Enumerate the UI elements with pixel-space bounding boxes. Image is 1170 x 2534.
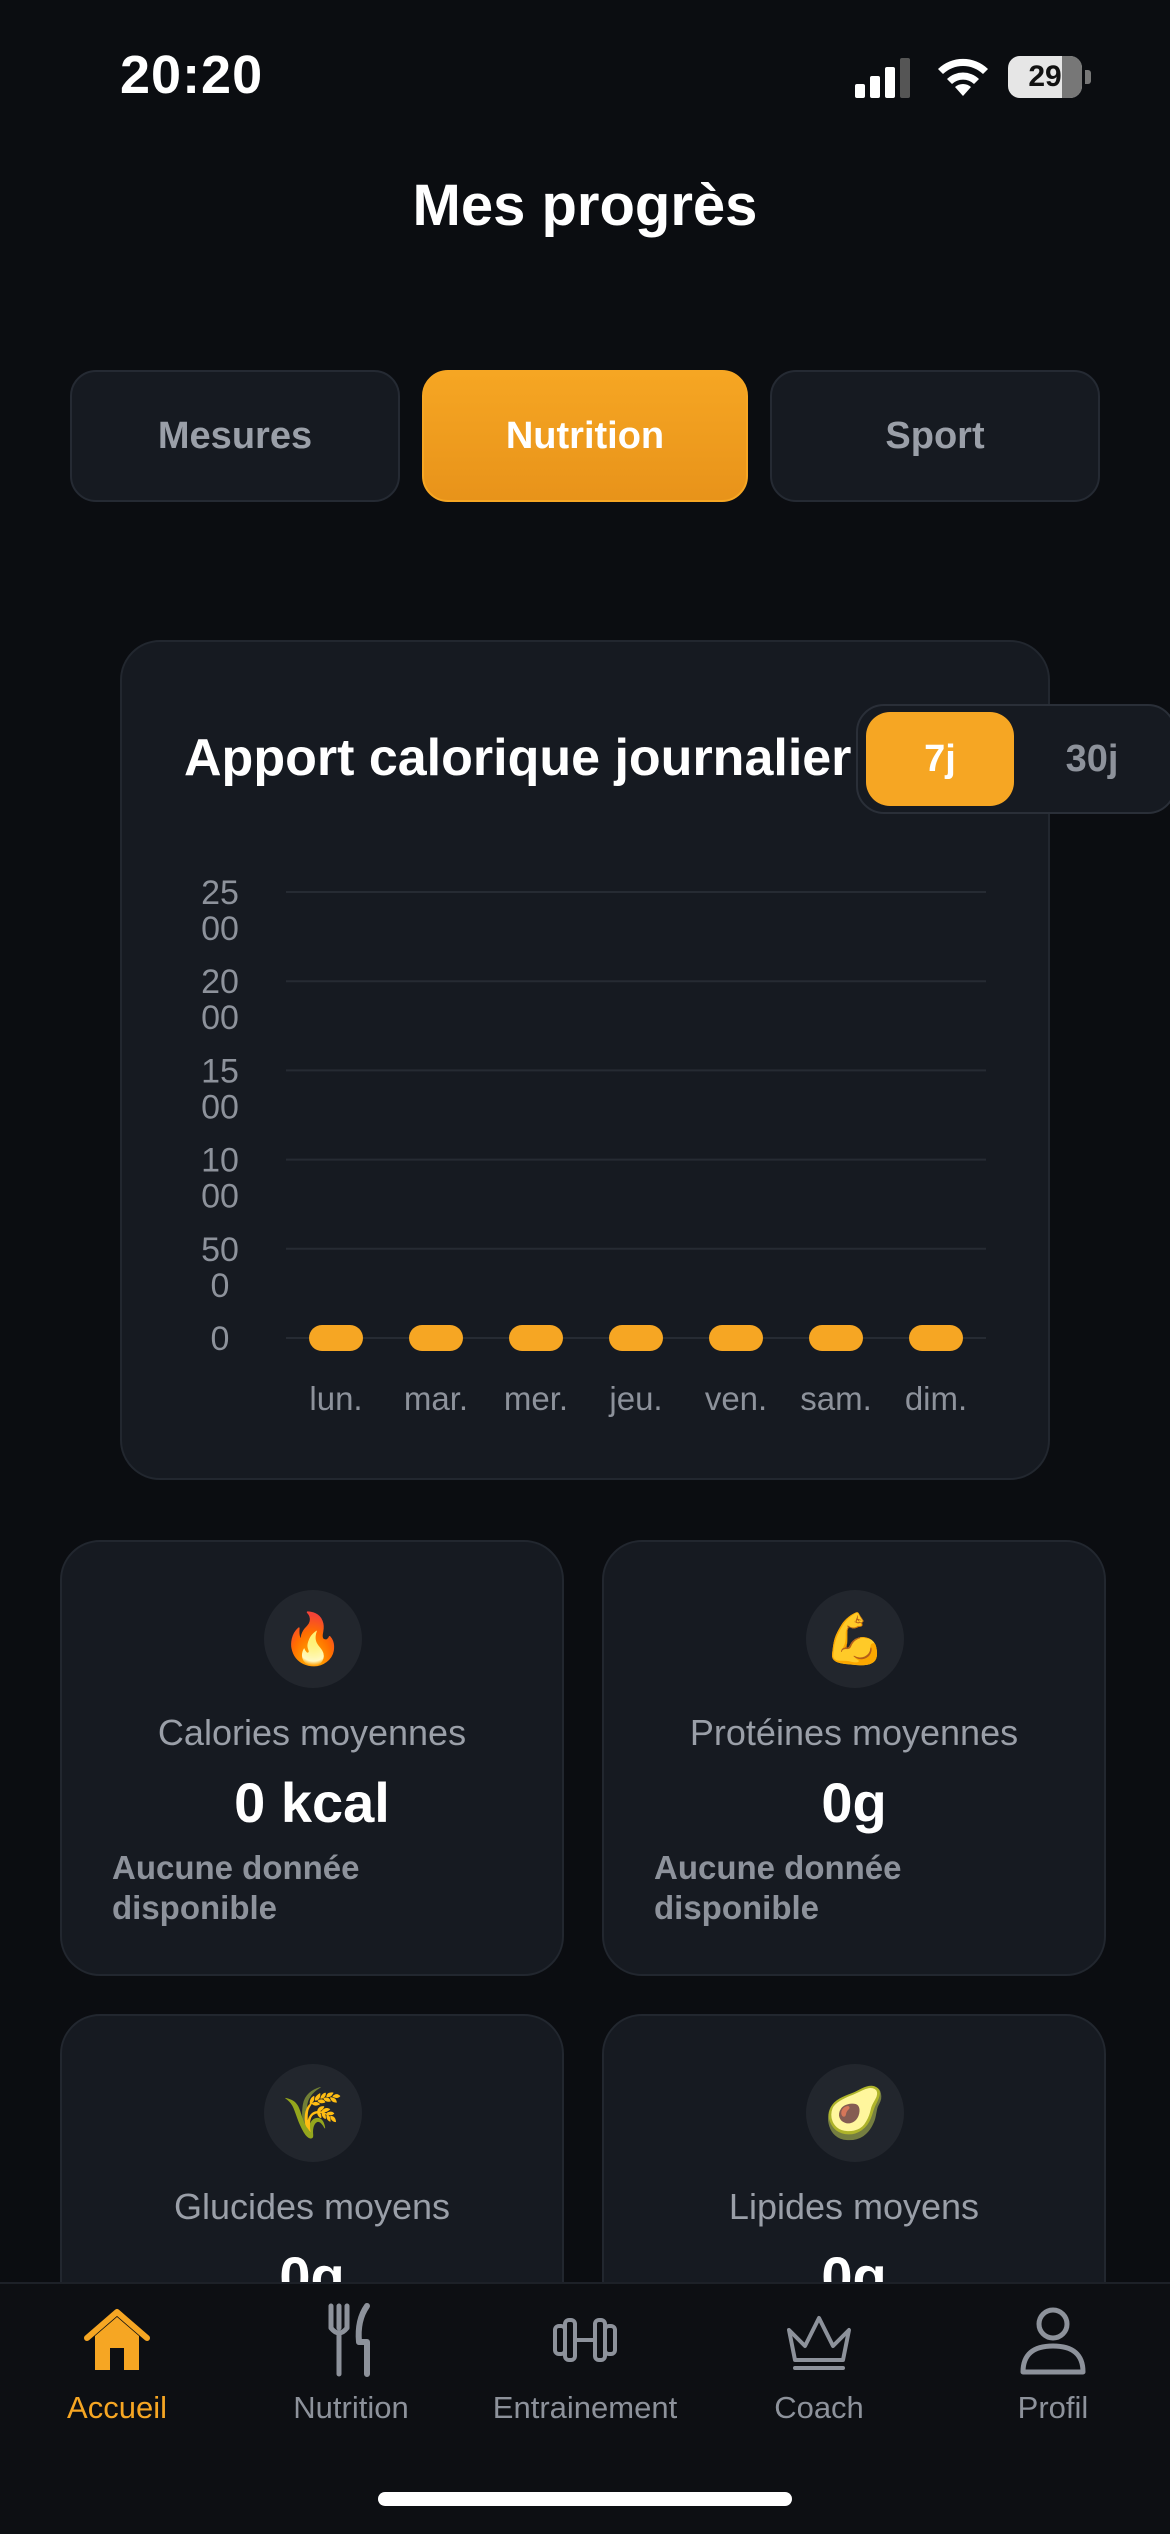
fork-knife-icon [328,2303,370,2377]
home-icon [84,2309,150,2370]
crown-icon [787,2316,851,2370]
range-30j-button[interactable]: 30j [1018,712,1166,806]
cellular-signal-icon [855,58,910,98]
stat-note-calories: Aucune donnée disponible [112,1848,442,1928]
tab-mesures[interactable]: Mesures [70,370,400,502]
wifi-icon [938,58,988,96]
stat-label-carbs: Glucides moyens [173,2186,451,2227]
nav-accueil[interactable]: Accueil [0,2300,234,2440]
dumbbell-icon [553,2318,617,2362]
tab-sport[interactable]: Sport [770,370,1100,502]
nav-label: Profil [1017,2390,1089,2425]
home-indicator [378,2492,792,2506]
stat-label-calories: Calories moyennes [157,1712,467,1753]
battery-icon: 29 [1008,56,1092,98]
stat-note-proteins: Aucune donnée disponible [654,1848,984,1928]
stat-value-proteins: 0g [821,1771,887,1834]
status-time: 20:20 [120,45,264,105]
stat-note-line: Aucune donnée [654,1849,902,1886]
rice-icon: 🌾 [264,2064,362,2162]
stat-note-line: Aucune donnée [112,1849,360,1886]
nav-nutrition[interactable]: Nutrition [234,2300,468,2440]
nav-entrainement[interactable]: Entrainement [468,2300,702,2440]
stat-note-line: disponible [654,1889,819,1926]
stat-note-line: disponible [112,1889,277,1926]
nav-label: Accueil [67,2390,167,2425]
battery-level: 29 [1028,60,1062,93]
page-title: Mes progrès [412,173,758,238]
muscle-icon: 💪 [806,1590,904,1688]
chart-title: Apport calorique journalier [184,729,852,787]
fire-icon: 🔥 [264,1590,362,1688]
nav-label: Coach [774,2390,864,2425]
avocado-icon: 🥑 [806,2064,904,2162]
stat-label-fats: Lipides moyens [728,2186,980,2227]
person-icon [1020,2307,1086,2375]
nav-label: Nutrition [293,2390,409,2425]
stat-value-calories: 0 kcal [234,1771,390,1834]
stat-label-proteins: Protéines moyennes [689,1712,1019,1753]
range-7j-button[interactable]: 7j [866,712,1014,806]
nav-coach[interactable]: Coach [702,2300,936,2440]
nav-profil[interactable]: Profil [936,2300,1170,2440]
nav-label: Entrainement [492,2390,678,2425]
tab-nutrition[interactable]: Nutrition [422,370,748,502]
